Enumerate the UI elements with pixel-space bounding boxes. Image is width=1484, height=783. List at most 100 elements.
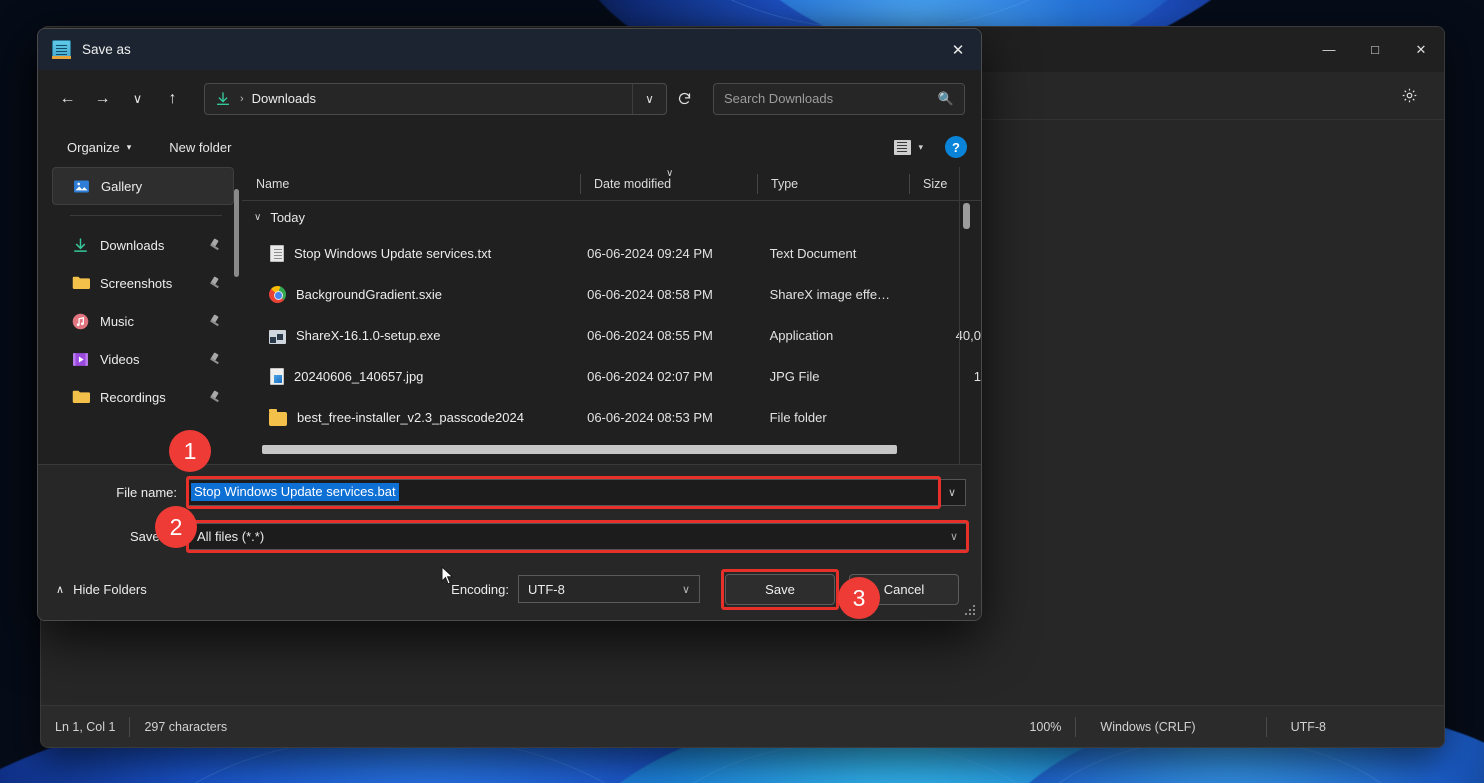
status-zoom[interactable]: 100% bbox=[1015, 716, 1075, 738]
gallery-icon bbox=[73, 178, 90, 195]
organize-button[interactable]: Organize ▾ bbox=[56, 135, 142, 160]
maximize-button[interactable]: □ bbox=[1352, 27, 1398, 72]
organize-label: Organize bbox=[67, 140, 120, 155]
file-name-dropdown-button[interactable]: ∨ bbox=[939, 479, 966, 506]
refresh-button[interactable] bbox=[667, 84, 701, 114]
sidebar-item-label: Recordings bbox=[100, 390, 207, 405]
search-input[interactable] bbox=[724, 91, 938, 106]
badge-number: 1 bbox=[184, 438, 197, 465]
close-icon: ✕ bbox=[952, 41, 965, 59]
sidebar-item-screenshots[interactable]: Screenshots bbox=[52, 264, 234, 302]
column-header-type[interactable]: Type bbox=[757, 167, 909, 201]
sidebar-item-downloads[interactable]: Downloads bbox=[52, 226, 234, 264]
file-list-vertical-scrollbar[interactable] bbox=[963, 203, 971, 462]
file-list-panel: Name Date modified Type Size ∨ ∨ Today S… bbox=[242, 167, 981, 464]
table-row[interactable]: Stop Windows Update services.txt 06-06-2… bbox=[242, 233, 981, 274]
annotation-badge-2: 2 bbox=[155, 506, 197, 548]
encoding-value: UTF-8 bbox=[528, 582, 565, 597]
close-window-button[interactable]: ✕ bbox=[1398, 27, 1444, 72]
annotation-badge-1: 1 bbox=[169, 430, 211, 472]
sidebar-item-recordings[interactable]: Recordings bbox=[52, 378, 234, 416]
file-name-input[interactable]: Stop Windows Update services.bat bbox=[188, 479, 939, 506]
file-list-right-border bbox=[959, 167, 960, 464]
download-icon bbox=[72, 237, 89, 254]
chevron-down-icon: ∨ bbox=[682, 583, 690, 596]
address-bar[interactable]: › Downloads ∨ bbox=[204, 83, 667, 115]
notepad-document-icon bbox=[52, 40, 71, 59]
table-row[interactable]: BackgroundGradient.sxie 06-06-2024 08:58… bbox=[242, 274, 981, 315]
scrollbar-thumb[interactable] bbox=[262, 445, 897, 454]
sidebar-scrollbar[interactable] bbox=[234, 189, 239, 277]
caret-down-icon: ▾ bbox=[918, 142, 923, 153]
breadcrumb-separator: › bbox=[240, 93, 244, 105]
file-name-cell: ShareX-16.1.0-setup.exe bbox=[242, 328, 579, 344]
table-row[interactable]: best_free-installer_v2.3_passcode2024 06… bbox=[242, 397, 981, 438]
file-name-cell: BackgroundGradient.sxie bbox=[242, 286, 579, 303]
group-label: Today bbox=[270, 210, 305, 225]
address-dropdown-button[interactable]: ∨ bbox=[632, 84, 666, 114]
sidebar-item-gallery[interactable]: Gallery bbox=[52, 167, 234, 205]
chevron-down-icon: ∨ bbox=[254, 212, 261, 223]
pin-icon[interactable] bbox=[207, 238, 222, 253]
sidebar-item-label: Videos bbox=[100, 352, 207, 367]
up-one-level-button[interactable]: ↑ bbox=[155, 83, 190, 115]
dialog-body: Gallery Downloads Screenshots bbox=[38, 167, 981, 464]
forward-button[interactable]: → bbox=[85, 83, 120, 115]
settings-button[interactable] bbox=[1394, 81, 1424, 111]
sidebar-item-label: Music bbox=[100, 314, 207, 329]
caret-down-icon: ▾ bbox=[127, 142, 132, 153]
annotation-badge-3: 3 bbox=[838, 577, 880, 619]
video-icon bbox=[72, 351, 89, 368]
application-icon bbox=[269, 330, 286, 344]
breadcrumb-downloads[interactable]: Downloads bbox=[252, 91, 632, 106]
status-line-ending[interactable]: Windows (CRLF) bbox=[1076, 716, 1265, 738]
save-button[interactable]: Save bbox=[725, 574, 835, 605]
chrome-file-icon bbox=[269, 286, 286, 303]
back-button[interactable]: ← bbox=[50, 83, 85, 115]
file-date-cell: 06-06-2024 08:55 PM bbox=[579, 328, 756, 343]
table-row[interactable]: ShareX-16.1.0-setup.exe 06-06-2024 08:55… bbox=[242, 315, 981, 356]
resize-grip[interactable] bbox=[963, 603, 975, 615]
gear-icon bbox=[1401, 87, 1418, 104]
minimize-button[interactable]: — bbox=[1306, 27, 1352, 72]
sidebar-item-videos[interactable]: Videos bbox=[52, 340, 234, 378]
badge-number: 2 bbox=[170, 514, 183, 541]
help-button[interactable]: ? bbox=[945, 136, 967, 158]
view-options-button[interactable]: ▾ bbox=[886, 136, 931, 159]
file-list-horizontal-scrollbar[interactable] bbox=[262, 445, 897, 454]
save-as-type-value: All files (*.*) bbox=[197, 529, 264, 544]
sort-indicator-icon: ∨ bbox=[666, 168, 673, 179]
image-file-icon bbox=[270, 368, 284, 385]
dialog-title: Save as bbox=[82, 42, 131, 57]
new-folder-label: New folder bbox=[169, 140, 231, 155]
scrollbar-thumb[interactable] bbox=[963, 203, 970, 229]
pin-icon[interactable] bbox=[207, 352, 222, 367]
file-type-cell: JPG File bbox=[756, 369, 908, 384]
file-name-cell: Stop Windows Update services.txt bbox=[242, 245, 579, 262]
encoding-select[interactable]: UTF-8 ∨ bbox=[518, 575, 700, 603]
column-header-name[interactable]: Name bbox=[242, 167, 580, 201]
save-as-type-select[interactable]: All files (*.*) ∨ bbox=[188, 523, 967, 550]
file-date-cell: 06-06-2024 08:53 PM bbox=[579, 410, 756, 425]
file-date-cell: 06-06-2024 02:07 PM bbox=[579, 369, 756, 384]
pin-icon[interactable] bbox=[207, 276, 222, 291]
status-character-count: 297 characters bbox=[130, 716, 241, 738]
recent-locations-button[interactable]: ∨ bbox=[120, 83, 155, 115]
status-cursor-position: Ln 1, Col 1 bbox=[41, 716, 129, 738]
folder-icon bbox=[72, 275, 89, 292]
sidebar-item-music[interactable]: Music bbox=[52, 302, 234, 340]
folder-icon bbox=[269, 412, 287, 426]
dialog-close-button[interactable]: ✕ bbox=[935, 29, 981, 70]
new-folder-button[interactable]: New folder bbox=[158, 135, 242, 160]
pin-icon[interactable] bbox=[207, 390, 222, 405]
hide-folders-button[interactable]: ∧ Hide Folders bbox=[56, 582, 147, 597]
search-box[interactable]: 🔍 bbox=[713, 83, 965, 115]
music-icon bbox=[72, 313, 89, 330]
table-row[interactable]: 20240606_140657.jpg 06-06-2024 02:07 PM … bbox=[242, 356, 981, 397]
pin-icon[interactable] bbox=[207, 314, 222, 329]
status-encoding[interactable]: UTF-8 bbox=[1267, 716, 1340, 738]
column-header-size[interactable]: Size bbox=[909, 167, 979, 201]
file-group-header-today[interactable]: ∨ Today bbox=[242, 201, 981, 233]
file-date-cell: 06-06-2024 09:24 PM bbox=[579, 246, 756, 261]
file-name-text: ShareX-16.1.0-setup.exe bbox=[296, 328, 441, 343]
